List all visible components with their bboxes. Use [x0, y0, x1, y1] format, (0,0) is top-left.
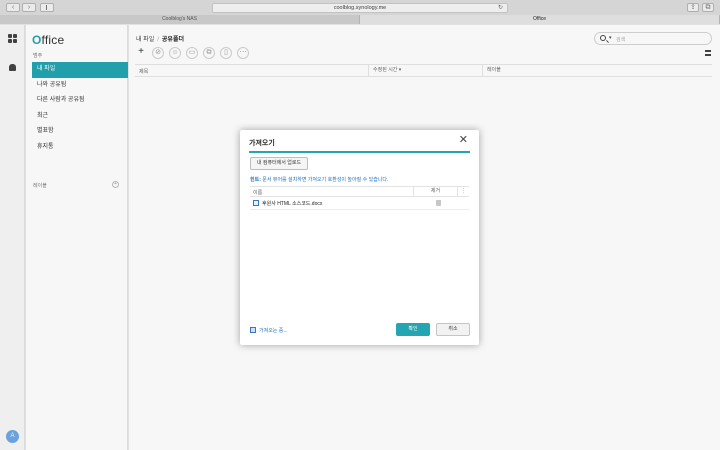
- table-row[interactable]: 후원사 HTML 소스코드.docx: [250, 197, 469, 210]
- hint-text: 힌트: 문서 뷰어를 설치하면 가져오기 호환성이 높아질 수 있습니다.: [250, 177, 389, 183]
- import-dialog: 가져오기 ✕ 내 컴퓨터에서 업로드 힌트: 문서 뷰어를 설치하면 가져오기 …: [240, 130, 479, 345]
- column-remove: 제거: [413, 187, 457, 196]
- confirm-button[interactable]: 확인: [396, 323, 430, 336]
- file-name: 후원사 HTML 소스코드.docx: [262, 201, 323, 207]
- importing-status-link[interactable]: 가져오는 중...: [250, 327, 288, 334]
- import-status-icon: [250, 327, 256, 333]
- cancel-button[interactable]: 취소: [436, 323, 470, 336]
- remove-file-icon[interactable]: [436, 200, 441, 206]
- file-table-header: 이름 제거 ⋮: [250, 186, 469, 197]
- upload-from-computer-button[interactable]: 내 컴퓨터에서 업로드: [250, 157, 308, 170]
- import-file-table: 이름 제거 ⋮ 후원사 HTML 소스코드.docx: [250, 186, 469, 211]
- column-name: 이름: [253, 190, 263, 196]
- dialog-title: 가져오기: [249, 140, 275, 147]
- close-icon[interactable]: ✕: [459, 135, 468, 146]
- column-menu-icon[interactable]: ⋮: [457, 187, 469, 196]
- document-icon: [253, 200, 259, 206]
- dialog-divider: [249, 151, 470, 153]
